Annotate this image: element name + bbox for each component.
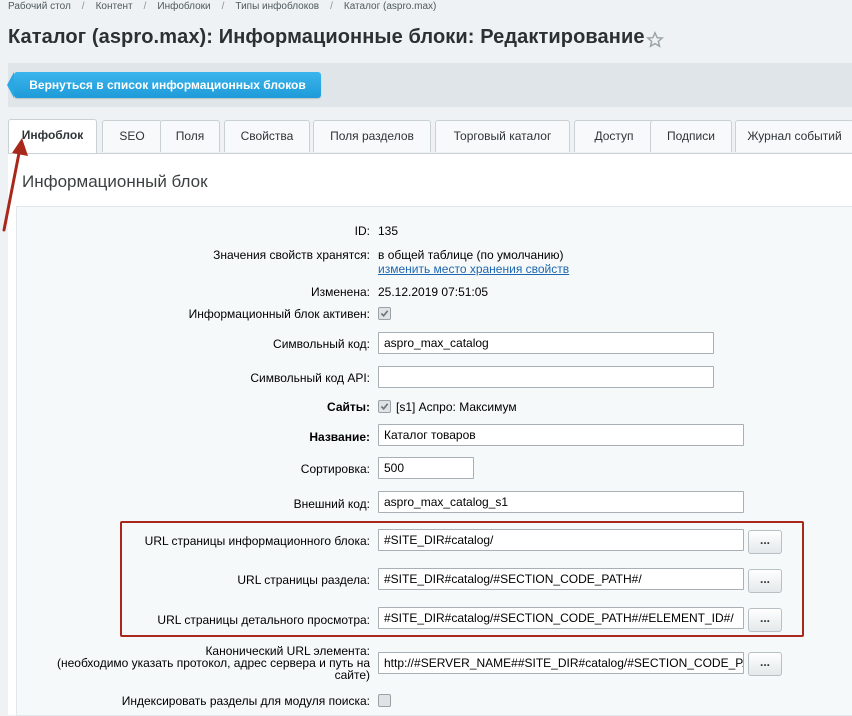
site-s1-label: [s1] Аспро: Максимум [396,400,517,414]
canonical-label-line-3: сайте) [334,668,370,682]
breadcrumb-item-desktop[interactable]: Рабочий стол [8,1,71,12]
tab-section-fields[interactable]: Поля разделов [313,120,431,152]
tab-fields[interactable]: Поля [160,120,220,152]
canonical-label-line-2: (необходимо указать протокол, адрес серв… [56,656,370,670]
tab-trade-catalog[interactable]: Торговый каталог [435,120,570,152]
section-title: Информационный блок [22,172,208,191]
index-sections-label: Индексировать разделы для модуля поиска: [121,694,370,708]
storage-value: в общей таблице (по умолчанию) [378,248,564,262]
list-url-input[interactable]: #SITE_DIR#catalog/ [378,529,744,551]
code-input[interactable]: aspro_max_catalog [378,332,714,354]
active-checkbox[interactable] [378,307,391,320]
breadcrumb-item-iblocks[interactable]: Инфоблоки [157,1,210,12]
breadcrumb-separator: / [143,1,147,12]
tab-access[interactable]: Доступ [574,120,654,152]
breadcrumb-item-content[interactable]: Контент [96,1,133,12]
detail-url-input[interactable]: #SITE_DIR#catalog/#SECTION_CODE_PATH#/#E… [378,607,744,629]
breadcrumb-separator: / [221,1,225,12]
site-s1-checkbox[interactable] [378,400,391,413]
list-url-browse-button[interactable]: ... [748,530,782,554]
back-to-list-button[interactable]: Вернуться в список информационных блоков [7,72,321,98]
canonical-url-label: Канонический URL элемента: (необходимо у… [57,645,370,681]
sort-input[interactable]: 500 [378,457,474,479]
id-label: ID: [354,224,370,238]
breadcrumb: Рабочий стол / Контент / Инфоблоки / Типы инфо… [8,1,436,15]
checkmark-icon [380,403,389,410]
active-label: Информационный блок активен: [188,307,370,321]
checkmark-icon [380,310,389,317]
breadcrumb-item-iblock-types[interactable]: Типы инфоблоков [235,1,319,12]
code-label: Символьный код: [273,337,370,351]
api-code-input[interactable] [378,366,714,388]
change-storage-link[interactable]: изменить место хранения свойств [378,262,569,276]
modified-value: 25.12.2019 07:51:05 [378,285,489,299]
section-url-label: URL страницы раздела: [237,573,370,587]
external-code-input[interactable]: aspro_max_catalog_s1 [378,491,744,513]
breadcrumb-separator: / [81,1,85,12]
page-title: Каталог (aspro.max): Информационные блок… [8,26,645,48]
star-icon[interactable] [646,31,664,49]
breadcrumb-separator: / [330,1,333,12]
index-sections-checkbox[interactable] [378,694,391,707]
detail-url-label: URL страницы детального просмотра: [157,613,370,627]
section-url-browse-button[interactable]: ... [748,569,782,593]
name-input[interactable]: Каталог товаров [378,424,744,446]
tab-captions[interactable]: Подписи [650,120,732,152]
canonical-url-input[interactable]: http://#SERVER_NAME##SITE_DIR#catalog/#S… [378,652,744,674]
modified-label: Изменена: [311,285,370,299]
tab-properties[interactable]: Свойства [224,120,310,152]
detail-url-browse-button[interactable]: ... [748,608,782,632]
tab-event-log[interactable]: Журнал событий [735,120,852,152]
canonical-url-browse-button[interactable]: ... [748,652,782,676]
tab-bar: Инфоблок SEO Поля Свойства Поля разделов… [8,119,852,154]
sites-label: Сайты: [327,400,370,414]
annotation-arrow-icon [2,138,28,232]
api-code-label: Символьный код API: [250,371,370,385]
id-value: 135 [378,224,399,238]
storage-label: Значения свойств хранятся: [213,248,370,262]
section-url-input[interactable]: #SITE_DIR#catalog/#SECTION_CODE_PATH#/ [378,568,744,590]
external-code-label: Внешний код: [293,497,370,511]
breadcrumb-item-catalog[interactable]: Каталог (aspro.max) [344,1,436,12]
sort-label: Сортировка: [300,462,370,476]
list-url-label: URL страницы информационного блока: [144,534,370,548]
name-label: Название: [309,430,370,444]
tab-seo[interactable]: SEO [102,120,162,152]
